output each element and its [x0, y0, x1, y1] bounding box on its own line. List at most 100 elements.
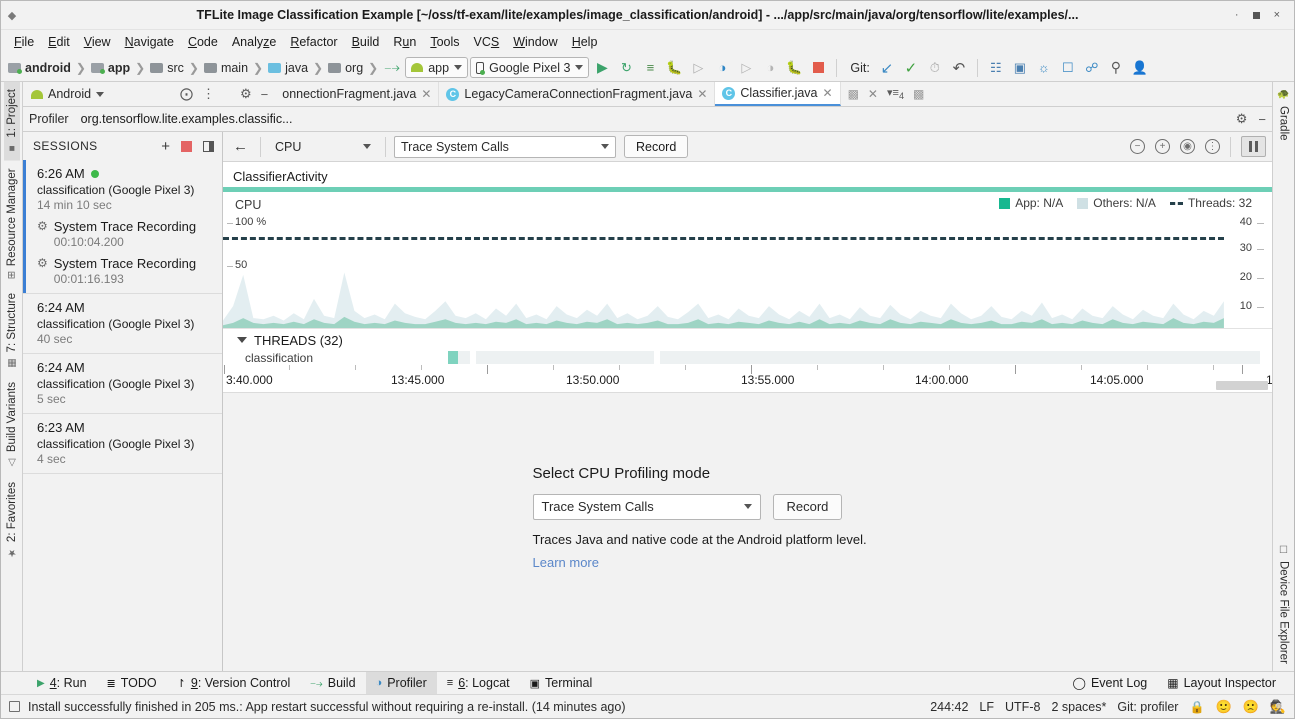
- search-icon[interactable]: ⚲: [1105, 57, 1127, 79]
- zoom-in-icon[interactable]: +: [1155, 139, 1170, 154]
- sdk-manager-icon[interactable]: ▣: [1009, 57, 1031, 79]
- breadcrumb-org[interactable]: org: [325, 60, 366, 76]
- profiling-mode-selector[interactable]: Trace System Calls: [394, 136, 616, 158]
- profiler-process[interactable]: org.tensorflow.lite.examples.classific..…: [81, 112, 293, 126]
- tool-window-logcat[interactable]: ≡ 6: Logcat: [437, 672, 520, 694]
- close-icon[interactable]: ✕: [868, 87, 878, 101]
- profile-icon[interactable]: ◑: [711, 57, 733, 79]
- tool-window-event-log[interactable]: ◯ Event Log: [1063, 672, 1158, 694]
- sidebar-item-resource-manager[interactable]: ⊞ Resource Manager: [4, 161, 20, 286]
- stop-icon[interactable]: [807, 57, 829, 79]
- record-button[interactable]: Record: [624, 135, 688, 158]
- device-selector[interactable]: Google Pixel 3: [470, 57, 589, 78]
- target-icon[interactable]: ⨀: [180, 86, 193, 102]
- layout-inspector-icon[interactable]: ☐: [1057, 57, 1079, 79]
- close-icon[interactable]: ✕: [823, 86, 833, 100]
- tool-window-terminal[interactable]: ▣ Terminal: [520, 672, 603, 694]
- attach-debugger-icon[interactable]: 🐛: [783, 57, 805, 79]
- menu-edit[interactable]: Edit: [41, 33, 77, 51]
- step-icon[interactable]: ▷: [687, 57, 709, 79]
- update-project-icon[interactable]: ↙: [876, 57, 898, 79]
- lock-icon[interactable]: 🔒: [1189, 700, 1204, 714]
- menu-refactor[interactable]: Refactor: [283, 33, 344, 51]
- avd-manager-icon[interactable]: ☷: [985, 57, 1007, 79]
- sidebar-item-favorites[interactable]: ★ 2: Favorites: [4, 475, 20, 565]
- menu-help[interactable]: Help: [565, 33, 605, 51]
- breadcrumb-app[interactable]: app: [88, 60, 133, 76]
- menu-view[interactable]: View: [77, 33, 118, 51]
- hide-icon[interactable]: −: [261, 87, 269, 102]
- revert-icon[interactable]: ↶: [948, 57, 970, 79]
- back-button[interactable]: ←: [229, 138, 252, 155]
- editor-tab-cameraconnectionfragment[interactable]: onnectionFragment.java ✕: [275, 82, 439, 106]
- tab-list-icon[interactable]: ▾≡4: [887, 86, 904, 101]
- tool-window-build[interactable]: ⤍ Build: [300, 672, 365, 694]
- thread-row[interactable]: classification: [223, 351, 1272, 365]
- close-icon[interactable]: ✕: [697, 87, 707, 101]
- tool-window-layout-inspector[interactable]: ▦ Layout Inspector: [1157, 672, 1286, 694]
- threads-section-header[interactable]: THREADS (32): [223, 329, 1272, 351]
- add-session-icon[interactable]: +: [161, 139, 170, 154]
- menu-vcs[interactable]: VCS: [467, 33, 507, 51]
- horizontal-scrollbar[interactable]: [1216, 381, 1268, 390]
- collapse-all-icon[interactable]: ⋮: [202, 86, 215, 102]
- user-icon[interactable]: 👤: [1129, 57, 1151, 79]
- breadcrumb-main[interactable]: main: [201, 60, 251, 76]
- sidebar-item-device-file-explorer[interactable]: ☐ Device File Explorer: [1276, 538, 1292, 671]
- cpu-usage-chart[interactable]: CPU 100 % 50 App: N/A: [223, 192, 1272, 329]
- tool-window-profiler[interactable]: ◑ Profiler: [366, 672, 437, 694]
- preview-icon[interactable]: ▩: [913, 87, 924, 101]
- debug-icon[interactable]: 🐛: [663, 57, 685, 79]
- menu-navigate[interactable]: Navigate: [118, 33, 181, 51]
- record-button-main[interactable]: Record: [773, 494, 843, 520]
- session-item[interactable]: 6:26 AM classification (Google Pixel 3) …: [23, 160, 222, 294]
- profiling-mode-dropdown[interactable]: Trace System Calls: [533, 494, 761, 520]
- indent-setting[interactable]: 2 spaces*: [1051, 700, 1106, 714]
- preview-icon[interactable]: ▩: [848, 87, 859, 101]
- stage-selector[interactable]: CPU: [269, 136, 377, 158]
- menu-run[interactable]: Run: [386, 33, 423, 51]
- settings-icon[interactable]: ⚙: [240, 86, 252, 102]
- session-recording[interactable]: ⚙ System Trace Recording 00:10:04.200: [37, 219, 214, 249]
- sidebar-item-structure[interactable]: ▦ 7: Structure: [4, 286, 20, 375]
- rerun-icon[interactable]: ↻: [615, 57, 637, 79]
- breadcrumb-src[interactable]: src: [147, 60, 187, 76]
- menu-analyze[interactable]: Analyze: [225, 33, 283, 51]
- run-icon[interactable]: ▶: [591, 57, 613, 79]
- pause-button[interactable]: [1241, 136, 1266, 157]
- session-item[interactable]: 6:24 AM classification (Google Pixel 3) …: [23, 294, 222, 354]
- apply-changes-icon[interactable]: ▷: [735, 57, 757, 79]
- line-separator[interactable]: LF: [979, 700, 994, 714]
- smiley-sad-icon[interactable]: 🙁: [1243, 700, 1259, 713]
- collapse-pane-icon[interactable]: [203, 141, 214, 152]
- git-branch[interactable]: Git: profiler: [1117, 700, 1178, 714]
- minimize-icon[interactable]: −: [1258, 112, 1266, 127]
- project-view-selector[interactable]: Android: [23, 82, 173, 106]
- editor-tab-classifier[interactable]: C Classifier.java ✕: [715, 82, 840, 106]
- tool-window-version-control[interactable]: ↾ 9: Version Control: [167, 672, 301, 694]
- stop-session-icon[interactable]: [181, 141, 192, 152]
- session-item[interactable]: 6:23 AM classification (Google Pixel 3) …: [23, 414, 222, 474]
- run-configuration-selector[interactable]: app: [405, 57, 468, 78]
- file-encoding[interactable]: UTF-8: [1005, 700, 1040, 714]
- caret-position[interactable]: 244:42: [930, 700, 968, 714]
- apply-code-changes-icon[interactable]: ◑: [759, 57, 781, 79]
- menu-build[interactable]: Build: [345, 33, 387, 51]
- run-list-icon[interactable]: ≡: [639, 57, 661, 79]
- tool-window-todo[interactable]: ≣ TODO: [97, 672, 167, 694]
- build-hammer-icon[interactable]: ⤍: [381, 57, 403, 79]
- sidebar-item-build-variants[interactable]: △ Build Variants: [4, 375, 20, 475]
- learn-more-link[interactable]: Learn more: [533, 555, 963, 570]
- menu-file[interactable]: File: [7, 33, 41, 51]
- menu-code[interactable]: Code: [181, 33, 225, 51]
- sidebar-item-gradle[interactable]: 🐢 Gradle: [1276, 82, 1292, 148]
- maximize-button[interactable]: [1253, 12, 1260, 19]
- inspector-icon[interactable]: 🕵: [1270, 700, 1286, 713]
- session-recording[interactable]: ⚙ System Trace Recording 00:01:16.193: [37, 256, 214, 286]
- sync-gradle-icon[interactable]: ☍: [1081, 57, 1103, 79]
- reset-zoom-icon[interactable]: ◉: [1180, 139, 1195, 154]
- close-button[interactable]: ×: [1274, 10, 1280, 21]
- smiley-happy-icon[interactable]: 🙂: [1215, 700, 1231, 713]
- editor-tab-legacycameraconnectionfragment[interactable]: C LegacyCameraConnectionFragment.java ✕: [439, 82, 715, 106]
- menu-window[interactable]: Window: [506, 33, 564, 51]
